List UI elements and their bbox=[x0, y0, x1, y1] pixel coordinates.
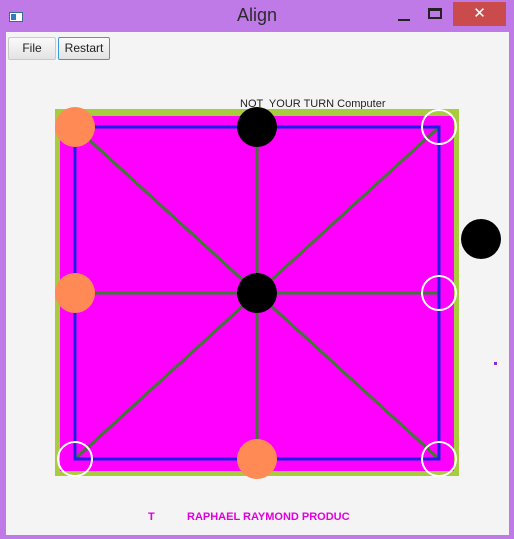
close-button[interactable]: ✕ bbox=[453, 2, 506, 26]
reserve-piece-computer[interactable] bbox=[461, 219, 501, 259]
title-bar[interactable]: Align ✕ bbox=[0, 0, 514, 31]
minimize-button[interactable] bbox=[388, 2, 422, 26]
board-spot-top-left[interactable] bbox=[55, 107, 95, 147]
credit-text: RAPHAEL RAYMOND PRODUC bbox=[187, 511, 350, 523]
maximize-button[interactable] bbox=[420, 2, 454, 26]
board-spot-bottom-center[interactable] bbox=[237, 439, 277, 479]
app-window: Align ✕ File Restart NOT YOUR TURN Compu… bbox=[0, 0, 514, 539]
board-spot-middle-left[interactable] bbox=[55, 273, 95, 313]
marker-dot bbox=[494, 362, 497, 365]
game-board bbox=[55, 107, 501, 479]
board-spot-center[interactable] bbox=[237, 273, 277, 313]
footer-label: T bbox=[148, 511, 155, 523]
client-area: File Restart NOT YOUR TURN Computer T RA… bbox=[6, 32, 509, 535]
board-spot-top-center[interactable] bbox=[237, 107, 277, 147]
close-icon: ✕ bbox=[473, 4, 486, 22]
